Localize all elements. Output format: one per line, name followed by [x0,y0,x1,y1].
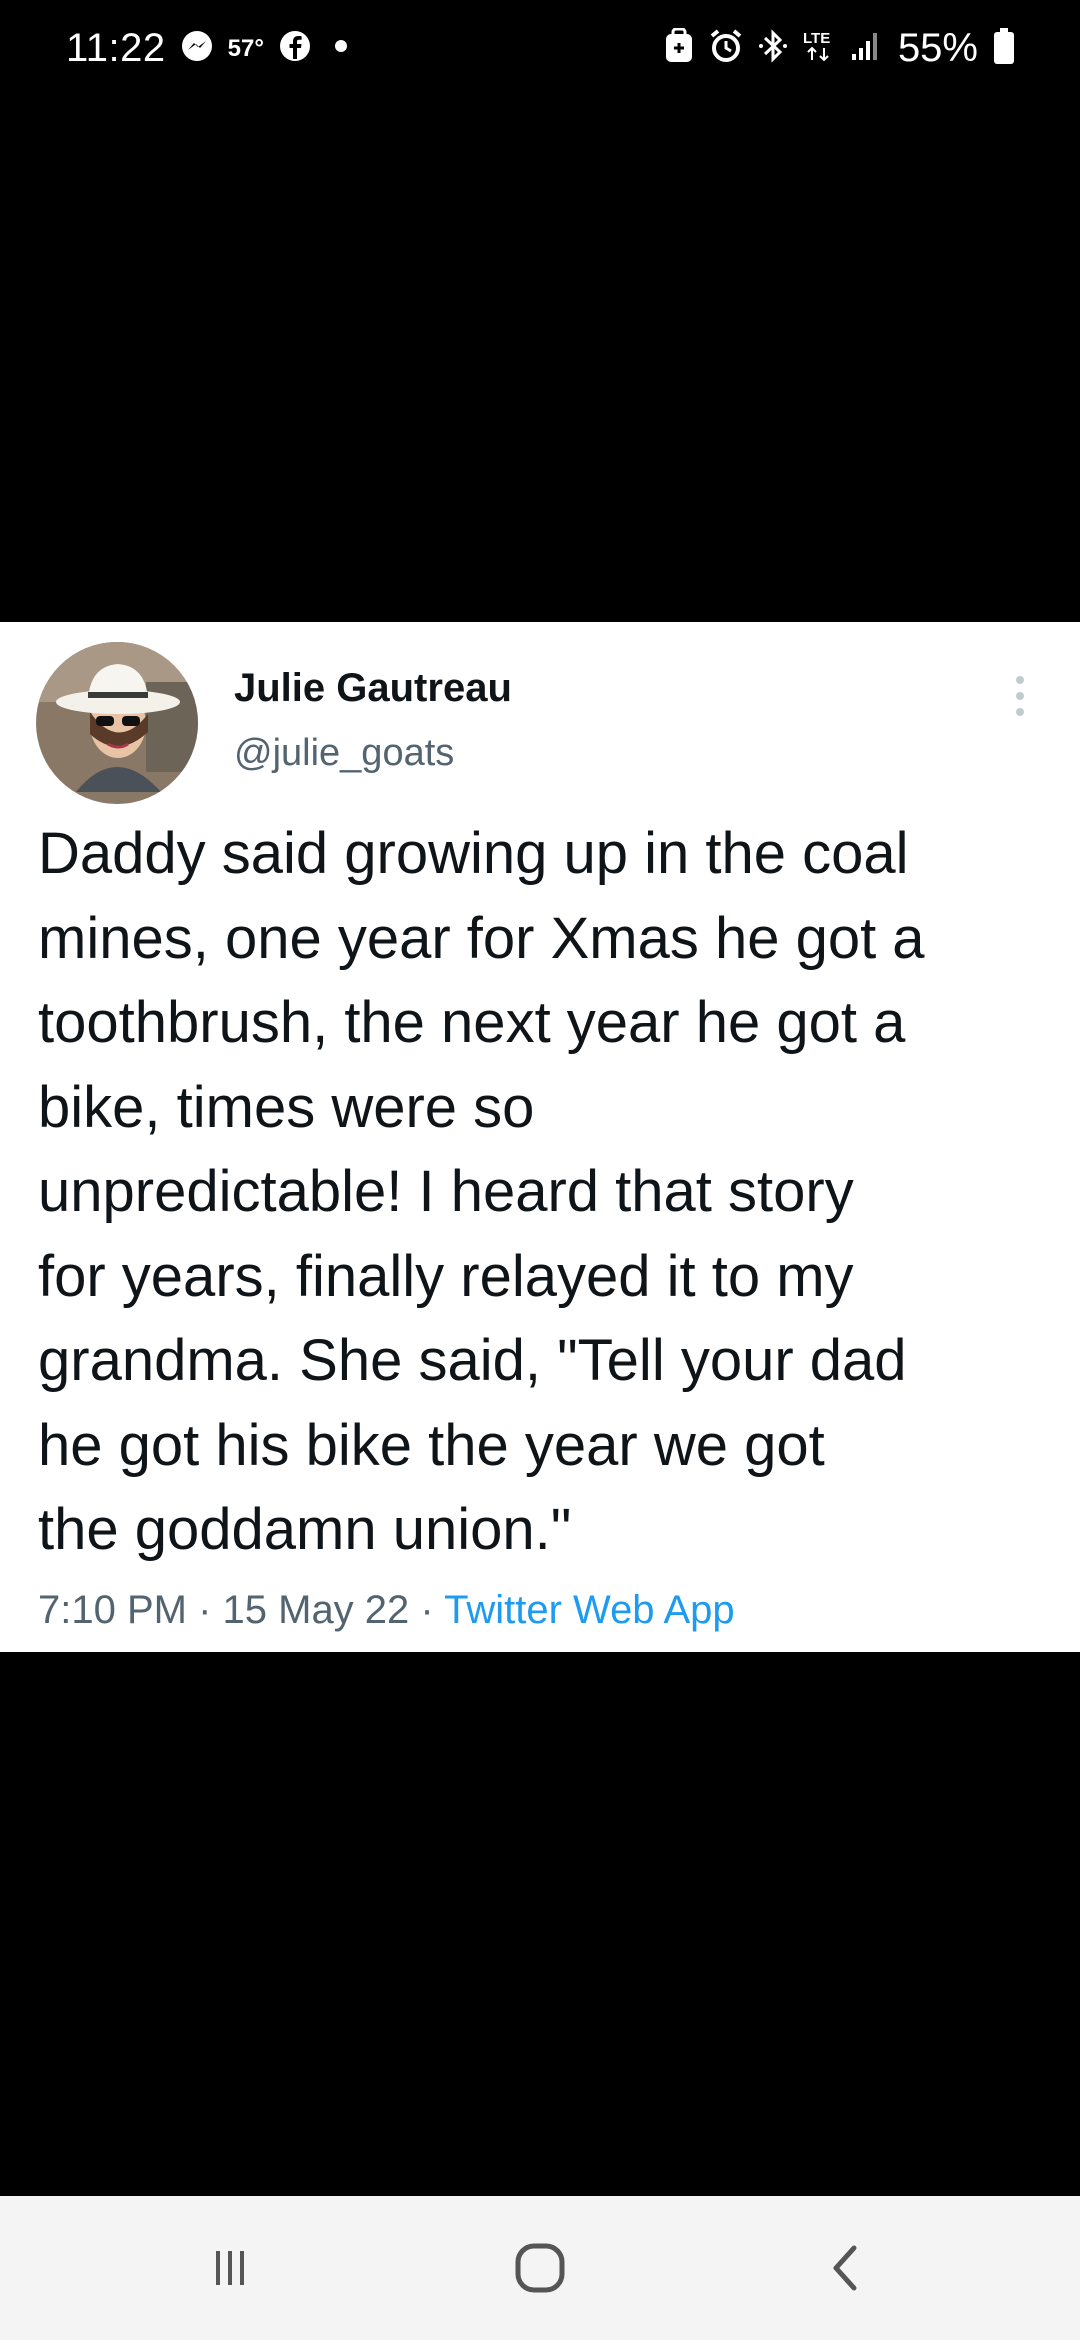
dot-icon [326,36,356,61]
status-bar-right: LTE 55% [664,26,1016,71]
tweet-meta: 7:10 PM · 15 May 22 · Twitter Web App [38,1588,735,1633]
bluetooth-icon [758,28,788,69]
svg-text:LTE: LTE [803,30,830,47]
tweet-card[interactable]: Julie Gautreau @julie_goats Daddy said g… [0,622,1080,1652]
home-icon[interactable] [495,2228,585,2308]
author-name[interactable]: Julie Gautreau [234,666,512,711]
signal-icon [848,28,884,69]
status-bar-left: 11:22 57° [66,26,356,71]
messenger-icon [180,29,214,68]
tweet-text-line: he got his bike the year we got [38,1412,825,1478]
back-icon[interactable] [800,2228,890,2308]
tweet-text-line: grandma. She said, "Tell your dad [38,1328,907,1393]
tweet-text-line: bike, times were so [38,1074,535,1140]
lte-icon: LTE [802,28,834,69]
battery-icon [992,26,1016,71]
author-handle[interactable]: @julie_goats [234,732,454,775]
nfc-icon [664,27,694,69]
battery-percent: 55% [897,26,978,70]
temperature: 57° [227,34,264,62]
tweet-timestamp[interactable]: 7:10 PM · 15 May 22 · [38,1588,444,1632]
status-bar: 11:22 57° LTE 55% [0,0,1080,110]
tweet-text-line: unpredictable! I heard that story [38,1159,854,1224]
tweet-text-line: mines, one year for Xmas he got a [38,905,925,971]
facebook-icon [278,29,312,68]
alarm-icon [708,28,744,69]
clock: 11:22 [66,26,166,70]
tweet-text-line: for years, finally relayed it to my [38,1243,854,1309]
tweet-text: Daddy said growing up in the coal mines,… [38,812,1048,1573]
navigation-bar [0,2196,1080,2340]
avatar[interactable] [36,642,198,804]
recents-icon[interactable] [185,2228,275,2308]
tweet-text-line: the goddamn union." [38,1497,572,1562]
tweet-text-line: toothbrush, the next year he got a [38,990,906,1055]
tweet-source[interactable]: Twitter Web App [444,1588,735,1632]
tweet-text-line: Daddy said growing up in the coal [38,821,909,886]
more-options-icon[interactable] [1004,666,1036,736]
